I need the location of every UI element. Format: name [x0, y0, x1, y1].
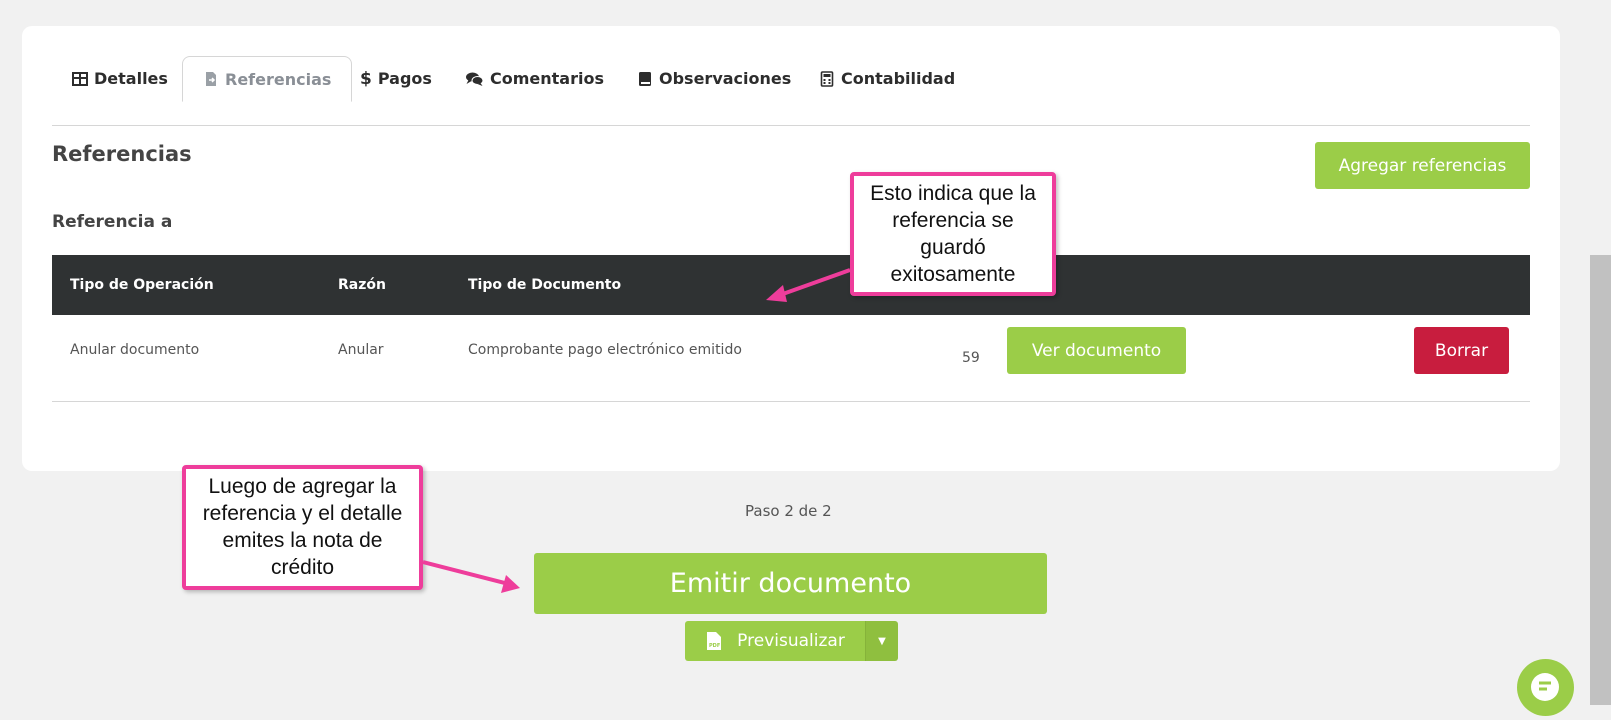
table-header: Tipo de Operación Razón Tipo de Document…: [52, 255, 1530, 315]
chat-icon: [1531, 673, 1559, 701]
book-icon: [639, 71, 651, 86]
pdf-file-icon: PDF: [707, 632, 722, 650]
tab-detalles[interactable]: Detalles: [72, 56, 168, 101]
doc-type-cell: Comprobante pago electrónico emitido: [468, 342, 742, 358]
tab-observaciones[interactable]: Observaciones: [637, 56, 791, 101]
dollar-icon: $: [360, 68, 372, 89]
arrow-to-emit-button: [422, 560, 520, 593]
tab-bar: Detalles Referencias $ Pagos Comentarios: [52, 56, 1530, 126]
preview-label: Previsualizar: [737, 631, 845, 651]
tab-label: Observaciones: [659, 69, 792, 88]
step-indicator: Paso 2 de 2: [745, 502, 832, 520]
tab-comentarios[interactable]: Comentarios: [465, 56, 604, 101]
tab-pagos[interactable]: $ Pagos: [360, 56, 432, 101]
view-document-button[interactable]: Ver documento: [1007, 327, 1186, 374]
tab-referencias[interactable]: Referencias: [182, 56, 353, 102]
comments-icon: [466, 72, 484, 86]
table-icon: [72, 71, 88, 86]
tab-contabilidad[interactable]: Contabilidad: [819, 56, 955, 101]
column-header: Razón: [338, 277, 386, 293]
reason-cell: Anular: [338, 342, 384, 358]
add-references-button[interactable]: Agregar referencias: [1315, 142, 1530, 189]
table-row: Anular documento Anular Comprobante pago…: [52, 317, 1530, 402]
caret-down-icon: ▼: [878, 635, 886, 647]
tab-label: Detalles: [94, 69, 168, 88]
reference-subtitle: Referencia a: [52, 212, 173, 232]
section-title: Referencias: [52, 142, 192, 166]
file-export-icon: [206, 72, 216, 86]
tab-label: Contabilidad: [841, 69, 956, 88]
annotation-callout: Esto indica que la referencia se guardó …: [850, 172, 1056, 296]
chat-button[interactable]: [1517, 659, 1574, 716]
tab-label: Referencias: [225, 69, 332, 89]
doc-number-cell: 59: [962, 350, 980, 366]
delete-button[interactable]: Borrar: [1414, 327, 1509, 374]
calculator-icon: [820, 70, 834, 87]
references-card: Detalles Referencias $ Pagos Comentarios: [22, 26, 1560, 471]
scrollbar-thumb[interactable]: [1590, 255, 1611, 705]
column-header: Tipo de Operación: [70, 277, 214, 293]
emit-document-button[interactable]: Emitir documento: [534, 553, 1047, 614]
tab-label: Comentarios: [490, 69, 604, 88]
preview-dropdown-toggle[interactable]: ▼: [865, 621, 898, 661]
svg-text:PDF: PDF: [709, 643, 720, 649]
preview-button-group: PDF Previsualizar ▼: [685, 621, 898, 661]
operation-cell: Anular documento: [70, 342, 200, 358]
tab-label: Pagos: [377, 69, 432, 88]
preview-button[interactable]: PDF Previsualizar: [685, 621, 865, 661]
column-header: Tipo de Documento: [468, 277, 622, 293]
annotation-callout: Luego de agregar la referencia y el deta…: [182, 465, 423, 590]
